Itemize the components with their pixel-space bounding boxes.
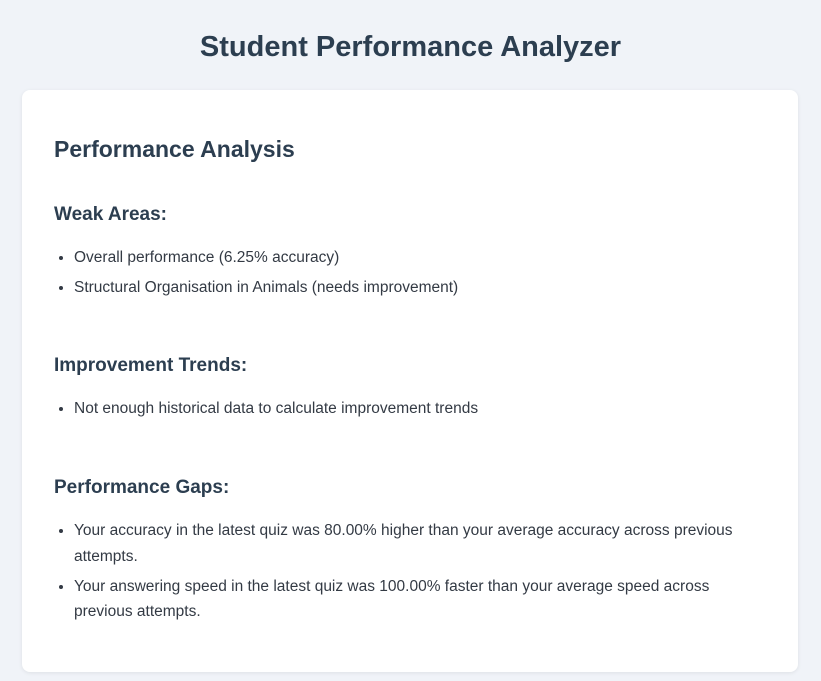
- improvement-trends-heading: Improvement Trends:: [54, 355, 248, 376]
- performance-gaps-list: Your accuracy in the latest quiz was 80.…: [54, 518, 766, 625]
- performance-gaps-section: Performance Gaps: Your accuracy in the l…: [54, 475, 766, 629]
- analysis-card: Performance Analysis Weak Areas: Overall…: [22, 90, 798, 672]
- improvement-trends-section: Improvement Trends: Not enough historica…: [54, 353, 766, 426]
- weak-areas-list: Overall performance (6.25% accuracy) Str…: [54, 245, 766, 301]
- performance-gaps-heading: Performance Gaps:: [54, 477, 230, 498]
- weak-areas-section: Weak Areas: Overall performance (6.25% a…: [54, 202, 766, 305]
- performance-gap-item: Your accuracy in the latest quiz was 80.…: [74, 518, 766, 569]
- analysis-title: Performance Analysis: [54, 136, 295, 162]
- weak-area-item: Overall performance (6.25% accuracy): [74, 245, 766, 271]
- weak-area-item: Structural Organisation in Animals (need…: [74, 275, 766, 301]
- performance-gap-item: Your answering speed in the latest quiz …: [74, 574, 766, 625]
- improvement-trends-list: Not enough historical data to calculate …: [54, 396, 766, 422]
- app-title: Student Performance Analyzer: [199, 31, 622, 63]
- improvement-trend-item: Not enough historical data to calculate …: [74, 396, 766, 422]
- weak-areas-heading: Weak Areas:: [54, 204, 168, 225]
